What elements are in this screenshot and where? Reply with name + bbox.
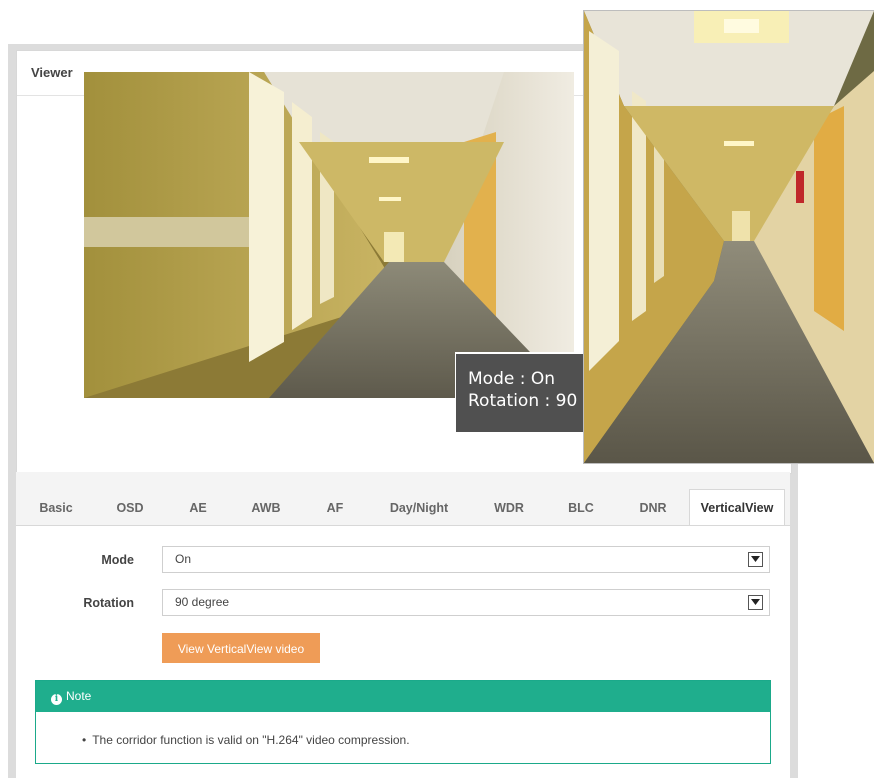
mode-select-value: On (175, 552, 192, 566)
note-header: i Note (36, 681, 770, 712)
tab-blc[interactable]: BLC (553, 490, 609, 526)
chevron-down-icon[interactable] (748, 552, 763, 567)
chevron-down-icon[interactable] (748, 595, 763, 610)
mode-label: Mode (101, 553, 134, 567)
rotation-label: Rotation (83, 596, 134, 610)
info-icon: i (51, 694, 62, 705)
note-item: • The corridor function is valid on "H.26… (82, 733, 410, 747)
corridor-rotated-image (584, 11, 874, 463)
tab-osd[interactable]: OSD (102, 490, 158, 526)
tab-basic[interactable]: Basic (28, 490, 84, 526)
tab-verticalview[interactable]: VerticalView (689, 489, 785, 527)
rotation-select-value: 90 degree (175, 595, 230, 609)
note-title: Note (66, 689, 92, 703)
rotated-video-preview (583, 10, 874, 464)
tab-awb[interactable]: AWB (238, 490, 294, 526)
tab-ae[interactable]: AE (170, 490, 226, 526)
bullet-icon: • (82, 733, 87, 747)
tab-dnr[interactable]: DNR (625, 490, 681, 526)
viewer-title: Viewer (31, 65, 73, 80)
tab-day-night[interactable]: Day/Night (380, 490, 458, 526)
note-box: i Note • The corridor function is valid on… (35, 680, 771, 764)
mode-select[interactable]: On (162, 546, 770, 573)
note-text: The corridor function is valid on "H.264… (92, 733, 410, 747)
view-verticalview-button[interactable]: View VerticalView video (162, 633, 320, 663)
tab-af[interactable]: AF (307, 490, 363, 526)
rotation-select[interactable]: 90 degree (162, 589, 770, 616)
tab-wdr[interactable]: WDR (481, 490, 537, 526)
